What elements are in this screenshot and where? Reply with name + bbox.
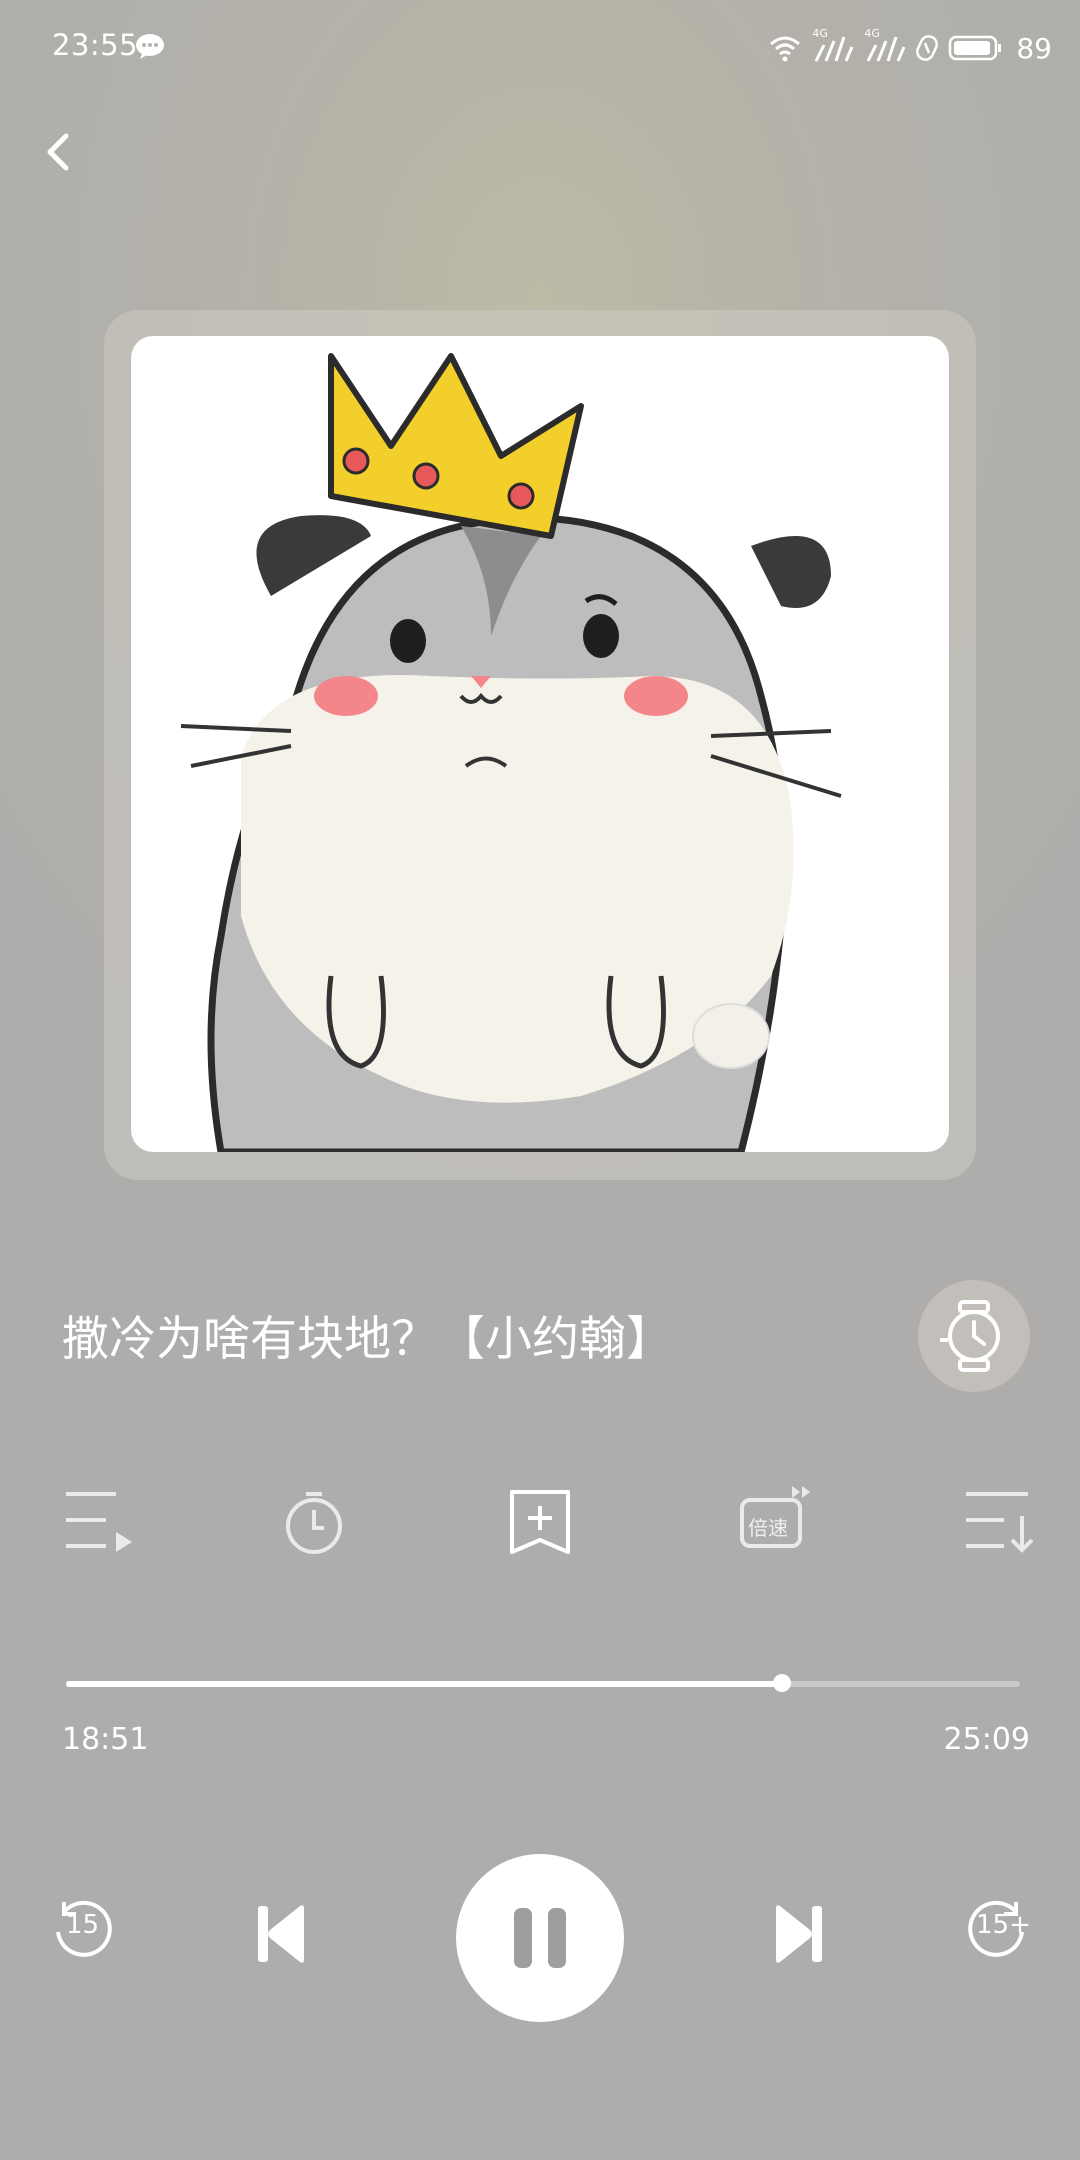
signal-icon-2: 4G xyxy=(864,27,906,65)
progress-thumb[interactable] xyxy=(773,1674,791,1692)
progress-fill xyxy=(66,1681,782,1687)
back-arrow-icon[interactable] xyxy=(36,128,84,176)
status-time: 23:55 xyxy=(52,28,139,62)
next-track-icon[interactable] xyxy=(772,1904,824,1964)
battery-icon xyxy=(949,35,1002,61)
message-icon xyxy=(136,34,164,59)
pause-button[interactable] xyxy=(456,1854,624,2022)
track-title: 撒冷为啥有块地？【小约翰】 xyxy=(62,1312,673,1367)
forward-label: 15+ xyxy=(976,1910,1031,1940)
speed-label: 倍速 xyxy=(748,1516,788,1540)
album-art xyxy=(131,336,949,1152)
signal-icon-1: 4G xyxy=(812,27,854,65)
sort-list-icon[interactable] xyxy=(958,1480,1042,1564)
speed-button[interactable]: 倍速 xyxy=(736,1480,820,1564)
forward-15-button[interactable]: 15+ xyxy=(966,1896,1031,1960)
status-icons: 4G 4G 89 xyxy=(768,27,1052,68)
bookmark-add-icon[interactable] xyxy=(498,1480,582,1564)
battery-level: 89 xyxy=(1016,31,1052,65)
timer-icon[interactable] xyxy=(272,1480,356,1564)
tools-row: 倍速 xyxy=(0,1480,1080,1564)
status-bar: 23:55 4G 4G 89 xyxy=(0,0,1080,96)
hamster-king-illustration xyxy=(180,353,842,1152)
wifi-icon xyxy=(770,36,801,62)
pause-icon xyxy=(514,1908,566,1968)
current-time: 18:51 xyxy=(62,1722,149,1757)
watch-icon xyxy=(940,1300,1000,1372)
playlist-play-icon[interactable] xyxy=(58,1480,142,1564)
rewind-label: 15 xyxy=(66,1910,100,1940)
nfc-icon xyxy=(916,35,939,61)
total-time: 25:09 xyxy=(943,1722,1030,1757)
previous-track-icon[interactable] xyxy=(256,1904,308,1964)
watch-button[interactable] xyxy=(918,1280,1030,1392)
rewind-15-button[interactable]: 15 xyxy=(50,1896,114,1960)
